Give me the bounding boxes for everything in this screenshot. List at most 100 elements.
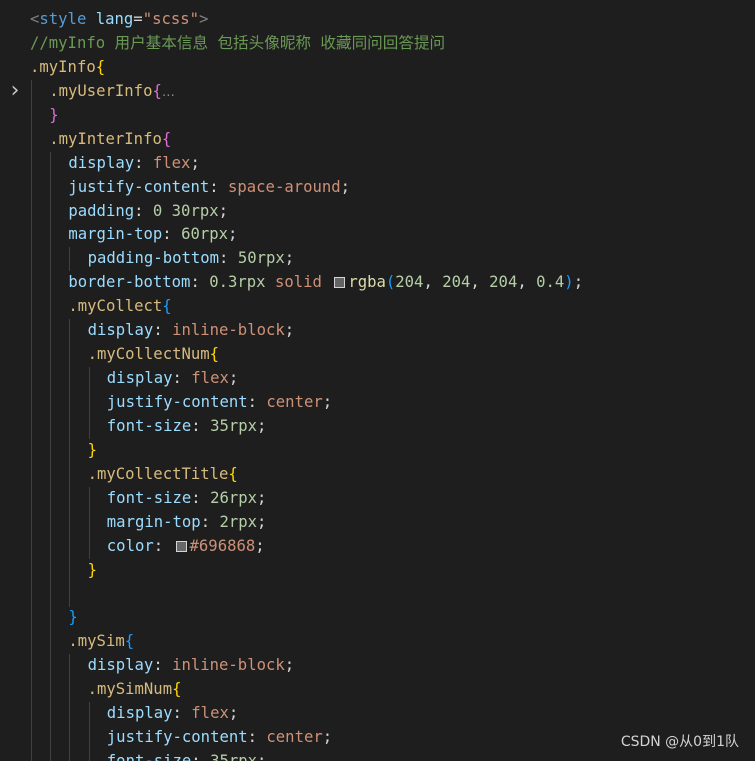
indent-guide	[50, 414, 52, 439]
code-token: :	[247, 728, 267, 747]
indent-guide	[31, 678, 32, 703]
indent-guide	[31, 534, 32, 559]
code-line[interactable]: .mySim{	[0, 630, 755, 655]
indent-guide	[69, 726, 71, 751]
code-editor[interactable]: <style lang="scss">//myInfo 用户基本信息 包括头像昵…	[0, 8, 755, 761]
code-line[interactable]: padding-bottom: 50rpx;	[0, 247, 755, 272]
code-line[interactable]: display: inline-block;	[0, 654, 755, 679]
code-token: ;	[228, 225, 238, 244]
code-token: ;	[190, 153, 200, 172]
code-line[interactable]: margin-top: 2rpx;	[0, 510, 755, 535]
indent-guide	[31, 223, 32, 248]
indent-guide	[31, 79, 32, 104]
indent-guide	[31, 726, 32, 751]
indent-guide	[50, 438, 52, 463]
code-line[interactable]: padding: 0 30rpx;	[0, 199, 755, 224]
code-token: .myCollectTitle	[87, 464, 229, 483]
code-token: }	[49, 105, 59, 124]
code-token: .myCollect	[68, 297, 163, 316]
code-text: .myInfo{	[30, 56, 105, 80]
code-line[interactable]: .myCollectTitle{	[0, 462, 755, 487]
code-token: ;	[284, 321, 295, 340]
indent-guide	[88, 391, 90, 415]
code-token: ;	[573, 273, 584, 292]
code-token: inline-block	[172, 656, 285, 675]
code-line[interactable]: border-bottom: 0.3rpx solid rgba(204, 20…	[0, 271, 755, 296]
code-line[interactable]: › .myUserInfo{…	[0, 79, 755, 105]
code-line[interactable]: }	[0, 606, 755, 631]
code-token: 204	[442, 273, 471, 292]
code-line[interactable]: }	[0, 438, 755, 463]
indent-guide	[69, 486, 71, 511]
code-token: {	[95, 57, 106, 76]
code-token: display	[106, 704, 173, 723]
code-line[interactable]: .myCollectNum{	[0, 343, 755, 368]
code-token: ;	[340, 177, 351, 196]
code-line[interactable]: display: flex;	[0, 367, 755, 392]
code-line[interactable]: display: inline-block;	[0, 319, 755, 344]
indent-guide	[50, 343, 52, 368]
code-line[interactable]	[0, 582, 755, 607]
code-line[interactable]: color: #696868;	[0, 534, 755, 559]
code-token: {	[209, 345, 220, 364]
code-line[interactable]: display: flex;	[0, 151, 755, 176]
code-token: ;	[255, 536, 265, 555]
code-line[interactable]: .myCollect{	[0, 295, 755, 320]
indent-guide	[50, 606, 52, 631]
code-token: 50rpx	[237, 249, 285, 268]
code-line[interactable]: .mySimNum{	[0, 678, 755, 703]
indent-guide	[31, 630, 32, 655]
code-token: :	[162, 225, 182, 244]
code-line[interactable]: justify-content: space-around;	[0, 175, 755, 200]
chevron-right-icon[interactable]: ›	[8, 79, 22, 104]
indent-guide	[50, 295, 52, 320]
code-token: :	[172, 369, 192, 388]
color-swatch-icon[interactable]	[334, 277, 346, 289]
indent-guide	[31, 750, 32, 761]
code-line[interactable]: }	[0, 103, 755, 128]
code-token: 30rpx	[171, 201, 219, 220]
code-token: justify-content	[106, 393, 248, 411]
code-line[interactable]: font-size: 35rpx;	[0, 750, 755, 761]
indent-guide	[50, 510, 52, 535]
code-token: :	[247, 393, 267, 411]
code-line[interactable]: }	[0, 558, 755, 583]
code-token: display	[68, 153, 135, 172]
code-text: .mySim{	[68, 630, 134, 654]
code-text: .myCollectTitle{	[88, 463, 238, 487]
code-line[interactable]: justify-content: center;	[0, 391, 755, 415]
indent-guide	[69, 247, 71, 272]
code-token: :	[191, 488, 211, 507]
indent-guide	[31, 510, 32, 535]
code-line[interactable]: <style lang="scss">	[0, 8, 755, 32]
code-line[interactable]: font-size: 26rpx;	[0, 486, 755, 511]
indent-guide	[31, 295, 32, 320]
code-text: font-size: 35rpx;	[107, 415, 267, 439]
code-line[interactable]: .myInfo{	[0, 56, 755, 80]
code-token: 0.4	[536, 273, 565, 292]
code-line[interactable]: .myInterInfo{	[0, 127, 755, 152]
code-token: 0.3rpx	[209, 273, 266, 292]
code-token: >	[199, 10, 209, 28]
code-token: center	[266, 728, 323, 747]
indent-guide	[50, 271, 52, 296]
code-line[interactable]: font-size: 35rpx;	[0, 414, 755, 439]
indent-guide	[31, 702, 32, 727]
code-line[interactable]: //myInfo 用户基本信息 包括头像昵称 收藏同问回答提问	[0, 32, 755, 56]
indent-guide	[69, 319, 71, 344]
code-token: .mySim	[68, 632, 125, 651]
code-text: margin-top: 60rpx;	[68, 223, 237, 247]
code-text: //myInfo 用户基本信息 包括头像昵称 收藏同问回答提问	[30, 32, 445, 56]
code-text: .myUserInfo{…	[49, 80, 175, 105]
indent-guide	[88, 414, 90, 439]
indent-guide	[31, 606, 32, 631]
code-line[interactable]: display: flex;	[0, 702, 755, 727]
code-token: 204	[489, 273, 518, 292]
color-swatch-icon[interactable]	[175, 540, 187, 552]
code-line[interactable]: margin-top: 60rpx;	[0, 223, 755, 248]
code-token: center	[266, 393, 323, 411]
indent-guide	[31, 343, 32, 368]
code-token: color	[106, 536, 154, 555]
